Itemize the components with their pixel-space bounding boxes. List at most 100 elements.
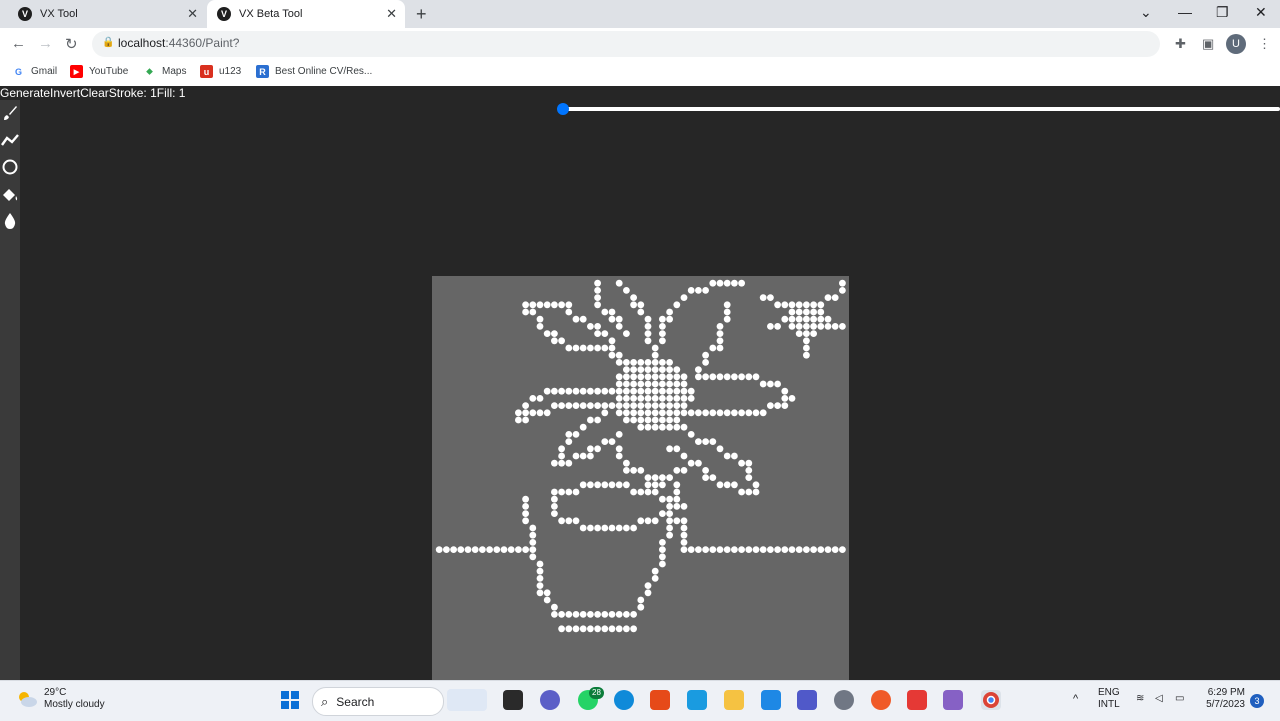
slider-thumb[interactable]: [557, 103, 569, 115]
tool-sidebar: [0, 100, 20, 680]
weather-widget[interactable]: 29°C Mostly cloudy: [16, 687, 105, 711]
canvas-dot: [594, 287, 601, 294]
remote-desktop-icon[interactable]: [687, 690, 707, 710]
wifi-icon[interactable]: ≋: [1136, 693, 1144, 705]
canvas-dot: [781, 395, 789, 402]
office-icon[interactable]: [650, 690, 670, 710]
canvas-dot: [615, 387, 623, 395]
fill-tool[interactable]: [0, 184, 20, 206]
canvas-dot: [558, 488, 565, 496]
address-bar[interactable]: 🔒 localhost:44360/Paint?: [92, 31, 1160, 57]
canvas-dot: [731, 546, 738, 553]
canvas-dot: [565, 387, 573, 395]
canvas-dot: [824, 294, 832, 301]
bookmark-u123[interactable]: u u123: [200, 65, 241, 78]
bookmark-gmail[interactable]: G Gmail: [12, 65, 57, 78]
circle-icon: [2, 159, 18, 175]
canvas-dot: [587, 445, 594, 453]
canvas-dot: [673, 387, 681, 395]
canvas-dot: [529, 395, 537, 402]
bookmark-maps[interactable]: ⬥ Maps: [143, 65, 186, 78]
profile-avatar[interactable]: U: [1226, 34, 1246, 54]
canvas-dot: [615, 445, 623, 453]
canvas-dot: [558, 337, 565, 345]
close-window-icon[interactable]: ✕: [1255, 4, 1267, 21]
file-explorer-icon[interactable]: [724, 690, 744, 710]
canvas-dot: [666, 474, 673, 481]
canvas-dot: [695, 409, 702, 417]
canvas-dot: [536, 301, 544, 309]
battery-icon[interactable]: ▭: [1175, 693, 1184, 705]
forward-icon[interactable]: →: [38, 35, 53, 52]
edge-icon[interactable]: [614, 690, 634, 710]
dropper-tool[interactable]: [0, 210, 20, 232]
slider-track[interactable]: [563, 107, 1280, 111]
line-tool[interactable]: [0, 129, 20, 151]
canvas-dot: [695, 287, 702, 294]
teams-icon[interactable]: [797, 690, 817, 710]
canvas-dot: [752, 488, 760, 496]
lock-icon[interactable]: 🔒: [102, 37, 114, 48]
canvas-dot: [601, 438, 609, 445]
canvas-dot: [680, 294, 688, 301]
canvas-dot: [781, 546, 789, 553]
invert-button[interactable]: Invert: [50, 86, 80, 100]
search-highlight-icon[interactable]: [447, 689, 487, 711]
canvas-dot: [644, 337, 652, 345]
tab-vx-tool[interactable]: V VX Tool ✕: [8, 0, 206, 28]
brush-tool[interactable]: [0, 102, 20, 124]
size-slider[interactable]: [557, 103, 1280, 115]
canvas-dot: [774, 323, 781, 330]
canvas-dot: [666, 395, 673, 402]
postman-icon[interactable]: [871, 690, 891, 710]
back-icon[interactable]: ←: [11, 35, 26, 52]
reload-icon[interactable]: ↻: [65, 35, 78, 53]
bookmark-youtube[interactable]: ▶ YouTube: [70, 65, 128, 78]
close-tab-icon[interactable]: ✕: [187, 6, 198, 22]
tray-chevron-icon[interactable]: ^: [1073, 693, 1078, 705]
git-icon[interactable]: [907, 690, 927, 710]
settings-icon[interactable]: [834, 690, 854, 710]
canvas-dot: [651, 409, 659, 417]
canvas-dot: [637, 359, 645, 366]
volume-icon[interactable]: ◁: [1155, 693, 1163, 705]
extensions-icon[interactable]: ✚: [1175, 36, 1186, 52]
generate-button[interactable]: Generate: [0, 86, 50, 100]
tab-search-icon[interactable]: ⌄: [1140, 4, 1152, 21]
clear-button[interactable]: Clear: [80, 86, 109, 100]
menu-icon[interactable]: ⋮: [1258, 36, 1271, 52]
canvas-dot: [666, 510, 673, 517]
canvas-dot: [673, 445, 681, 453]
close-tab-icon[interactable]: ✕: [386, 6, 397, 22]
canvas-dot: [659, 387, 666, 395]
tab-vx-beta-tool[interactable]: V VX Beta Tool ✕: [207, 0, 405, 28]
bookmark-resume[interactable]: R Best Online CV/Res...: [256, 65, 372, 78]
chrome-icon[interactable]: [981, 690, 1001, 710]
canvas-dot: [587, 387, 594, 395]
new-tab-icon[interactable]: +: [416, 4, 427, 25]
side-panel-icon[interactable]: ▣: [1202, 36, 1214, 52]
canvas-dot: [644, 409, 652, 417]
canvas-dot: [702, 546, 709, 553]
canvas-dot: [673, 366, 681, 373]
canvas-dot: [522, 409, 529, 417]
notification-badge[interactable]: 3: [1250, 694, 1264, 708]
canvas-dot: [839, 287, 846, 294]
canvas-dot: [767, 323, 774, 330]
canvas-dot: [572, 625, 580, 633]
visual-studio-icon[interactable]: [943, 690, 963, 710]
canvas-dot: [543, 301, 551, 309]
chat-icon[interactable]: [540, 690, 560, 710]
restore-icon[interactable]: ❐: [1216, 4, 1229, 21]
task-view-icon[interactable]: [503, 690, 523, 710]
start-icon[interactable]: [280, 690, 300, 710]
language-indicator[interactable]: ENG INTL: [1098, 687, 1120, 711]
circle-tool[interactable]: [0, 156, 20, 178]
clock[interactable]: 6:29 PM 5/7/2023: [1200, 687, 1245, 711]
taskbar-search[interactable]: ⌕ Search: [312, 687, 444, 716]
polyline-icon: [1, 134, 19, 146]
minimize-icon[interactable]: —: [1178, 4, 1192, 20]
paint-canvas[interactable]: [432, 276, 849, 680]
canvas-dot: [630, 301, 637, 309]
mail-icon[interactable]: [761, 690, 781, 710]
